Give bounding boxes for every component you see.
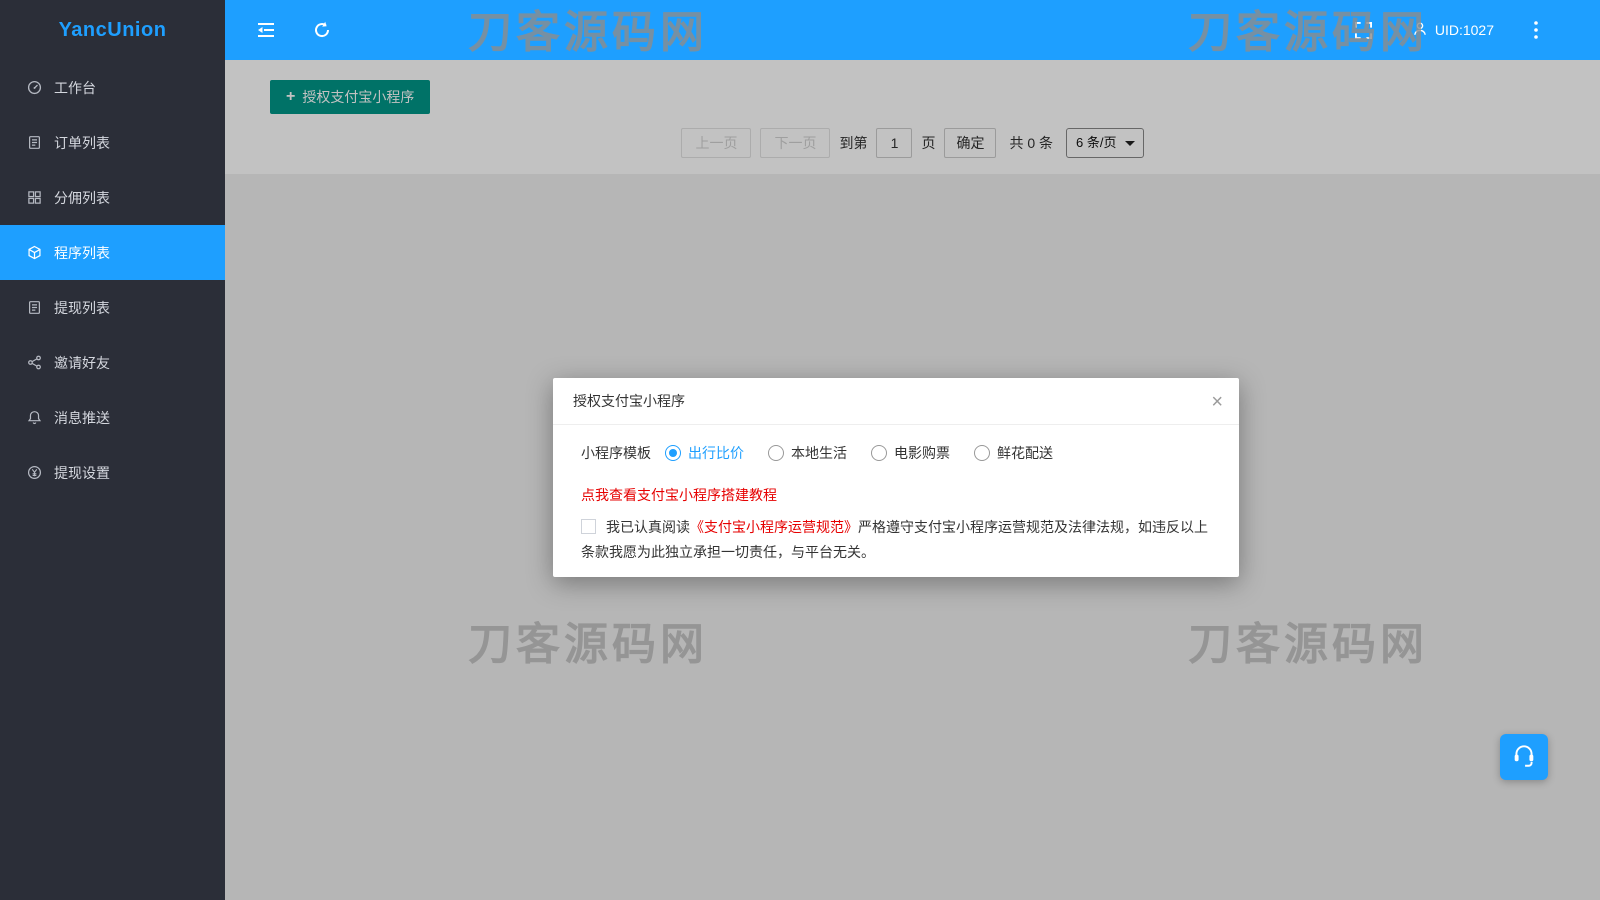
topbar-left	[225, 21, 331, 39]
collapse-menu-icon[interactable]	[257, 22, 275, 38]
refresh-icon[interactable]	[313, 21, 331, 39]
withdraw-list-icon	[26, 300, 42, 316]
authorize-modal: 授权支付宝小程序 × 小程序模板 出行比价 本地生活 电影购票 鲜花配送 点我查…	[553, 378, 1239, 577]
radio-option-flower-delivery[interactable]: 鲜花配送	[974, 443, 1053, 463]
order-list-icon	[26, 135, 42, 151]
radio-label: 电影购票	[894, 443, 950, 463]
user-uid[interactable]: UID:1027	[1412, 21, 1494, 40]
customer-service-button[interactable]	[1500, 734, 1548, 780]
sidebar: YancUnion 工作台 订单列表 分佣列表 程序列表	[0, 0, 225, 900]
sidebar-item-label: 消息推送	[54, 408, 110, 428]
sidebar-item-label: 提现设置	[54, 463, 110, 483]
sidebar-item-label: 工作台	[54, 78, 96, 98]
radio-option-travel-compare[interactable]: 出行比价	[665, 443, 744, 463]
sidebar-item-commission[interactable]: 分佣列表	[0, 170, 225, 225]
radio-label: 本地生活	[791, 443, 847, 463]
sidebar-item-label: 提现列表	[54, 298, 110, 318]
dashboard-icon	[26, 80, 42, 96]
close-icon[interactable]: ×	[1211, 378, 1223, 425]
radio-icon	[768, 445, 784, 461]
radio-label: 鲜花配送	[997, 443, 1053, 463]
message-push-icon	[26, 410, 42, 426]
sidebar-item-invite[interactable]: 邀请好友	[0, 335, 225, 390]
topbar: UID:1027	[225, 0, 1600, 60]
more-menu-icon[interactable]	[1534, 21, 1538, 39]
agreement-text: 我已认真阅读《支付宝小程序运营规范》严格遵守支付宝小程序运营规范及法律法规，如违…	[581, 515, 1211, 565]
template-options-row: 小程序模板 出行比价 本地生活 电影购票 鲜花配送	[581, 443, 1211, 463]
app-logo: YancUnion	[0, 0, 225, 60]
tutorial-link[interactable]: 点我查看支付宝小程序搭建教程	[581, 485, 1211, 505]
sidebar-item-workbench[interactable]: 工作台	[0, 60, 225, 115]
sidebar-item-orders[interactable]: 订单列表	[0, 115, 225, 170]
radio-option-local-life[interactable]: 本地生活	[768, 443, 847, 463]
modal-header: 授权支付宝小程序 ×	[553, 378, 1239, 425]
sidebar-item-withdraw-settings[interactable]: 提现设置	[0, 445, 225, 500]
agreement-prefix: 我已认真阅读	[606, 519, 690, 535]
radio-label: 出行比价	[688, 443, 744, 463]
program-list-icon	[26, 245, 42, 261]
sidebar-item-label: 分佣列表	[54, 188, 110, 208]
template-label: 小程序模板	[581, 443, 651, 463]
agreement-checkbox[interactable]	[581, 519, 596, 534]
modal-body: 小程序模板 出行比价 本地生活 电影购票 鲜花配送 点我查看支付宝小程序搭建教程…	[553, 425, 1239, 577]
radio-icon	[665, 445, 681, 461]
agreement-spec-link[interactable]: 《支付宝小程序运营规范》	[690, 519, 858, 535]
withdraw-settings-icon	[26, 465, 42, 481]
sidebar-item-label: 订单列表	[54, 133, 110, 153]
uid-label: UID:1027	[1435, 22, 1494, 38]
modal-title: 授权支付宝小程序	[573, 393, 685, 409]
sidebar-item-label: 程序列表	[54, 243, 110, 263]
user-icon	[1412, 21, 1428, 40]
sidebar-menu: 工作台 订单列表 分佣列表 程序列表 提现列表	[0, 60, 225, 500]
sidebar-item-programs[interactable]: 程序列表	[0, 225, 225, 280]
radio-icon	[974, 445, 990, 461]
radio-option-movie-tickets[interactable]: 电影购票	[871, 443, 950, 463]
sidebar-item-withdraw-list[interactable]: 提现列表	[0, 280, 225, 335]
topbar-right: UID:1027	[1355, 21, 1600, 40]
sidebar-item-label: 邀请好友	[54, 353, 110, 373]
sidebar-item-message-push[interactable]: 消息推送	[0, 390, 225, 445]
radio-icon	[871, 445, 887, 461]
fullscreen-icon[interactable]	[1355, 22, 1372, 39]
headset-icon	[1511, 742, 1537, 773]
invite-friends-icon	[26, 355, 42, 371]
commission-list-icon	[26, 190, 42, 206]
